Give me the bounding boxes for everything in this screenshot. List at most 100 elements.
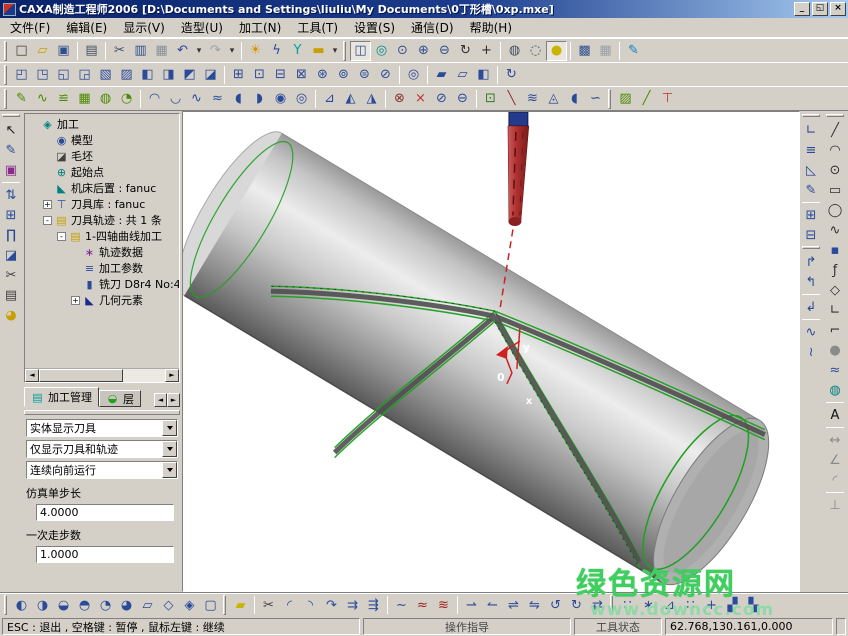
toolbar-grip[interactable] (608, 89, 611, 109)
redraw-button[interactable]: ◎ (371, 41, 392, 61)
track-display-mode-combo[interactable]: 仅显示刀具和轨迹 (26, 440, 178, 458)
draw-circle-button[interactable]: ⊙ (825, 160, 846, 180)
curve-fillet-2-button[interactable]: ◝ (300, 595, 321, 615)
surface-edit-gen-button[interactable]: ▢ (200, 595, 221, 615)
menu-edit[interactable]: 编辑(E) (58, 17, 115, 38)
spline-edit-3-button[interactable]: ≋ (433, 595, 454, 615)
draw-formula-curve-button[interactable]: ƒ (825, 260, 846, 280)
tree-item-start-point[interactable]: ⊕ 起始点 (25, 164, 179, 180)
restore-button[interactable]: ◱ (812, 2, 828, 16)
traj-rot-cw-button[interactable]: ↻ (566, 595, 587, 615)
surface-revolved-button[interactable]: ≈ (207, 89, 228, 109)
layer-button[interactable]: ▬ (308, 41, 329, 61)
filter-button[interactable]: Y (287, 41, 308, 61)
dim-radial-button[interactable]: ◜ (825, 470, 846, 490)
wireframe-toggle-button[interactable]: ϟ (266, 41, 287, 61)
traj-loop-button[interactable]: ⇋ (524, 595, 545, 615)
solid-draft-button[interactable]: ⊟ (270, 65, 291, 85)
window-cascade-button[interactable]: ▩ (574, 41, 595, 61)
3d-viewport[interactable]: y 0 x (182, 111, 800, 592)
undo-button[interactable]: ↶ (172, 41, 193, 61)
wave-tool-button[interactable]: ≋ (522, 89, 543, 109)
trim-tool-button[interactable]: ✂ (1, 265, 22, 285)
toolbar-grip[interactable] (223, 595, 226, 615)
feature-loft-button[interactable]: ▨ (116, 65, 137, 85)
menu-settings[interactable]: 设置(S) (346, 17, 403, 38)
properties-tool-button[interactable]: ▤ (1, 285, 22, 305)
feature-revolve-button[interactable]: ◲ (74, 65, 95, 85)
draw-point-button[interactable]: ▪ (825, 240, 846, 260)
menu-communication[interactable]: 通信(D) (403, 17, 462, 38)
edit-tool-5-button[interactable]: ≀ (801, 342, 822, 362)
tree-item-machine-post[interactable]: ◣ 机床后置 : fanuc (25, 180, 179, 196)
tree-expand-toggle[interactable]: - (57, 232, 66, 241)
surface-delete-button[interactable]: × (410, 89, 431, 109)
toolbar-grip[interactable] (4, 595, 7, 615)
text-tool-button[interactable]: A (825, 405, 846, 425)
tree-expand-toggle[interactable]: + (71, 296, 80, 305)
redo-button[interactable]: ↷ (205, 41, 226, 61)
surface-rotate-gen-button[interactable]: ◑ (32, 595, 53, 615)
edit-tool-1-button[interactable]: ↱ (801, 252, 822, 272)
traj-exchange-button[interactable]: ⇄ (587, 595, 608, 615)
draw-ellipse-button[interactable]: ◯ (825, 200, 846, 220)
surface-query-button[interactable]: ⊖ (452, 89, 473, 109)
combo-dropdown-button[interactable] (162, 462, 177, 478)
surface-loft-gen-button[interactable]: ◓ (74, 595, 95, 615)
surface-extend-2-button[interactable]: ◭ (340, 89, 361, 109)
sketch-edit-button[interactable]: ◳ (32, 65, 53, 85)
stamp-tool-button[interactable]: ◪ (1, 245, 22, 265)
boolean-union-button[interactable]: ▰ (431, 65, 452, 85)
boolean-intersect-button[interactable]: ◧ (473, 65, 494, 85)
axis-tool-button[interactable]: ∟ (801, 120, 822, 140)
surface-flatten-button[interactable]: ⊘ (431, 89, 452, 109)
gate-tool-button[interactable]: ∏ (1, 225, 22, 245)
minimize-button[interactable]: _ (794, 2, 810, 16)
trans-copy-button[interactable]: ▞ (722, 595, 743, 615)
sketch-line-button[interactable]: ╱ (636, 89, 657, 109)
tab-scroll-left-icon[interactable]: ◄ (154, 393, 167, 407)
surface-ruled-button[interactable]: ◠ (144, 89, 165, 109)
display-wireframe-button[interactable]: ◍ (504, 41, 525, 61)
trans-paste-button[interactable]: ▚ (743, 595, 764, 615)
toolbar-grip[interactable] (343, 41, 346, 61)
surface-offset-2-button[interactable]: ◉ (270, 89, 291, 109)
open-button[interactable]: ▱ (32, 41, 53, 61)
trans-array-button[interactable]: ∷ (680, 595, 701, 615)
surface-sweep-gen-button[interactable]: ◒ (53, 595, 74, 615)
dim-angular-button[interactable]: ∠ (825, 450, 846, 470)
feature-rib-button[interactable]: ◨ (158, 65, 179, 85)
tree-item-machining-root[interactable]: ◈ 加工 (25, 116, 179, 132)
scrollbar-track[interactable] (123, 369, 165, 382)
surface-swept-button[interactable]: ∿ (186, 89, 207, 109)
layer-more-button[interactable]: ▾ (329, 41, 341, 61)
tree-item-tool-library[interactable]: + ⊤ 刀具库 : fanuc (25, 196, 179, 212)
curve-relate-button[interactable]: ◍ (95, 89, 116, 109)
rotate-view-button[interactable]: ↻ (455, 41, 476, 61)
pan-view-button[interactable]: + (476, 41, 497, 61)
scrollbar-thumb[interactable] (39, 369, 123, 382)
move-geometry-button[interactable]: ⊞ (1, 205, 22, 225)
run-mode-combo[interactable]: 连续向前运行 (26, 461, 178, 479)
feature-sweep-button[interactable]: ▧ (95, 65, 116, 85)
draw-arc-button[interactable]: ◠ (825, 140, 846, 160)
cut-tool-button[interactable]: ◖ (564, 89, 585, 109)
traj-swap-button[interactable]: ⇌ (503, 595, 524, 615)
print-button[interactable]: ▤ (81, 41, 102, 61)
tree-expand-toggle[interactable]: - (43, 216, 52, 225)
tree-horizontal-scrollbar[interactable]: ◄ ► (25, 368, 179, 382)
spline-edit-1-button[interactable]: ∼ (391, 595, 412, 615)
coord-system-button[interactable]: ⇅ (1, 185, 22, 205)
knife-tool-button[interactable]: ✎ (801, 180, 822, 200)
close-button[interactable]: × (830, 2, 846, 16)
surface-trim-button[interactable]: ⊿ (319, 89, 340, 109)
toolbar-grip[interactable] (2, 114, 20, 117)
scroll-right-icon[interactable]: ► (165, 369, 179, 382)
curve-section-button[interactable]: ∿ (32, 89, 53, 109)
draw-line-button[interactable]: ╱ (825, 120, 846, 140)
spline-edit-2-button[interactable]: ≈ (412, 595, 433, 615)
color-fill-button[interactable]: ◕ (1, 305, 22, 325)
solid-chamfer-button[interactable]: ⊡ (249, 65, 270, 85)
viewport-split-button[interactable]: ◫ (350, 41, 371, 61)
frame-box-1-button[interactable]: ⊞ (801, 205, 822, 225)
